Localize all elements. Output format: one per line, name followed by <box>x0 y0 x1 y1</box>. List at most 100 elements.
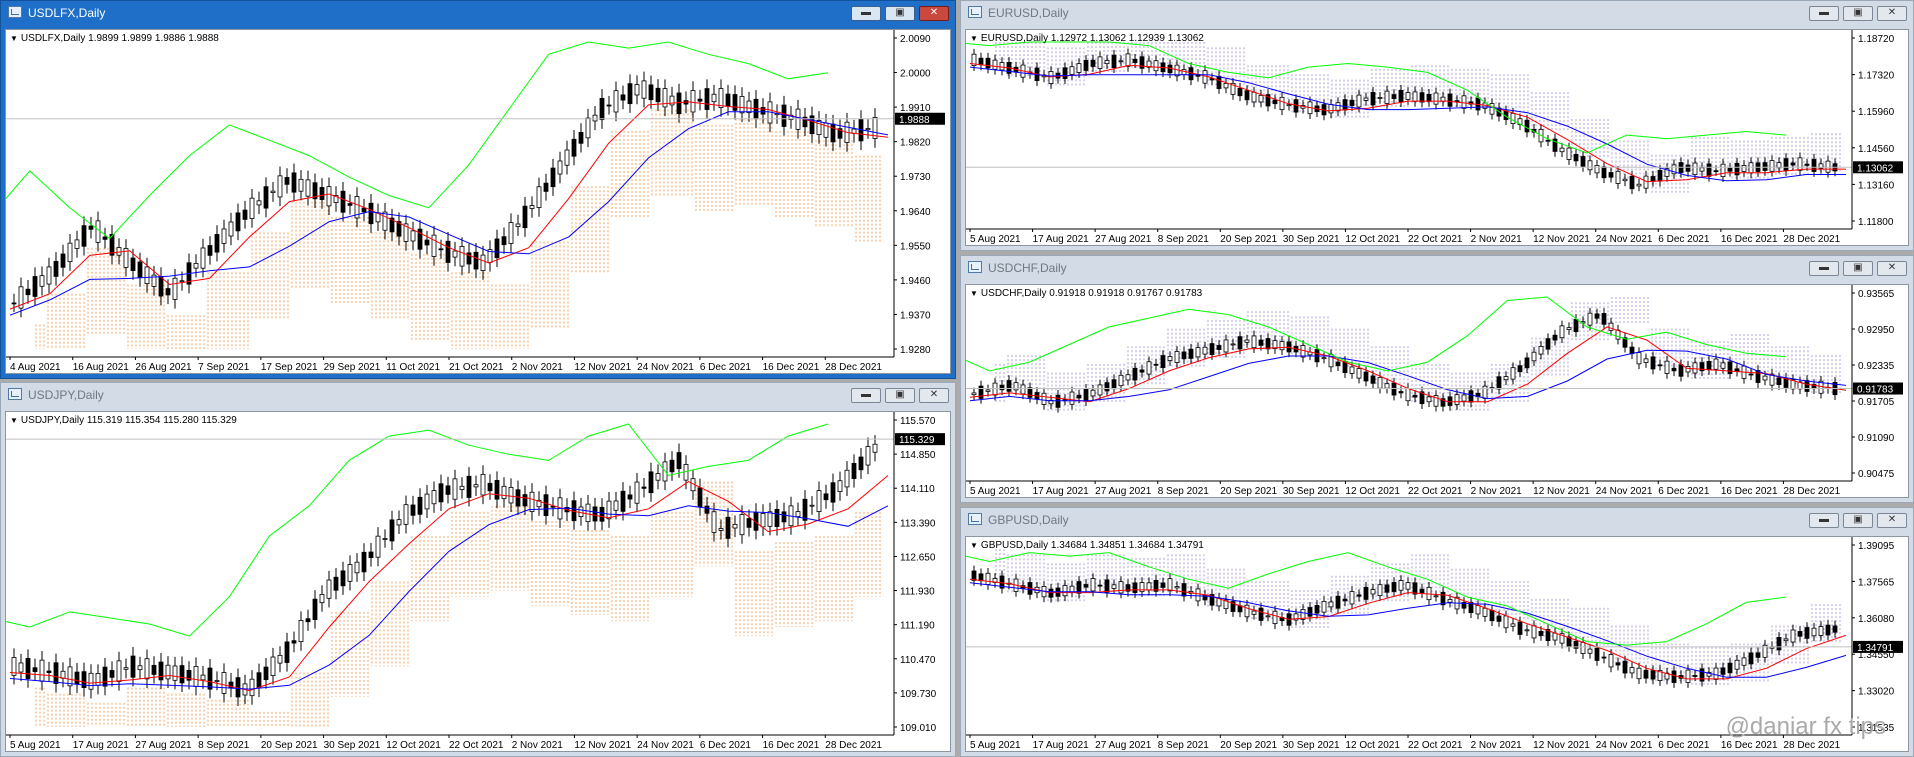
x-tick-label: 17 Aug 2021 <box>73 740 130 751</box>
candle-bullish <box>1244 339 1250 343</box>
candle-bullish <box>711 511 717 533</box>
title-bar[interactable]: USDCHF,Daily ▬ ▣ ✕ <box>961 256 1913 280</box>
candle-bearish <box>1748 373 1754 376</box>
maximize-button[interactable]: ▣ <box>1843 261 1873 276</box>
y-tick-label: 109.010 <box>900 723 937 734</box>
minimize-button[interactable]: ▬ <box>851 6 881 21</box>
title-bar[interactable]: USDLFX,Daily ▬ ▣ ✕ <box>1 1 955 25</box>
candle-bullish <box>1433 595 1439 598</box>
candle-bearish <box>599 506 605 522</box>
chart-plot[interactable]: 0.93565 0.92950 0.92335 0.91705 0.91090 0.904… <box>965 284 1909 498</box>
candle-bearish <box>214 234 220 253</box>
window-title: GBPUSD,Daily <box>988 513 1069 527</box>
window-title: EURUSD,Daily <box>988 6 1069 20</box>
candle-bullish <box>1097 384 1103 396</box>
x-tick-label: 21 Oct 2021 <box>449 362 504 373</box>
y-tick-label: 110.470 <box>900 655 936 666</box>
candle-bullish <box>1699 167 1705 172</box>
candle-bullish <box>613 500 619 511</box>
maximize-button[interactable]: ▣ <box>1843 513 1873 528</box>
x-tick-label: 20 Sep 2021 <box>1220 740 1277 751</box>
candle-bearish <box>578 132 584 144</box>
candle-bullish <box>382 538 388 540</box>
candle-bearish <box>1552 334 1558 341</box>
y-tick-label: 0.91705 <box>1858 397 1895 408</box>
candle-bearish <box>1097 584 1103 587</box>
y-tick-label: 0.91090 <box>1858 433 1895 444</box>
candle-bearish <box>137 261 143 279</box>
candle-bearish <box>1111 379 1117 389</box>
candle-bullish <box>144 266 150 284</box>
price-chart[interactable]: 0.93565 0.92950 0.92335 0.91705 0.91090 0.904… <box>966 285 1908 497</box>
candle-bearish <box>1216 75 1222 89</box>
candle-bearish <box>1412 394 1418 398</box>
x-tick-label: 12 Nov 2021 <box>1533 234 1590 245</box>
chart-window-gbpusd[interactable]: GBPUSD,Daily ▬ ▣ ✕ 1.39095 1.37565 1.36080… <box>960 507 1914 757</box>
close-button[interactable]: ✕ <box>1877 513 1907 528</box>
candle-bearish <box>1188 67 1194 81</box>
chart-window-usdlfx[interactable]: USDLFX,Daily ▬ ▣ ✕ 2.0090 2.0000 1.9910 1.9… <box>0 0 956 379</box>
candle-bearish <box>1412 582 1418 595</box>
close-button[interactable]: ✕ <box>919 6 949 21</box>
close-button[interactable]: ✕ <box>1877 261 1907 276</box>
candle-bearish <box>207 245 213 256</box>
candle-bearish <box>1762 162 1768 171</box>
candle-bullish <box>403 504 409 525</box>
chart-plot[interactable]: 1.39095 1.37565 1.36080 1.34550 1.33020 1.315… <box>965 536 1909 752</box>
candle-bullish <box>971 392 977 396</box>
candle-bullish <box>1230 343 1236 346</box>
x-tick-label: 5 Aug 2021 <box>10 740 61 751</box>
maximize-button[interactable]: ▣ <box>885 388 915 403</box>
candle-bearish <box>1160 582 1166 588</box>
maximize-button[interactable]: ▣ <box>1843 6 1873 21</box>
candle-bullish <box>1048 71 1054 84</box>
chart-window-usdchf[interactable]: USDCHF,Daily ▬ ▣ ✕ 0.93565 0.92950 0.92335… <box>960 255 1914 503</box>
x-tick-label: 22 Oct 2021 <box>449 740 504 751</box>
maximize-button[interactable]: ▣ <box>885 6 915 21</box>
candle-bullish <box>1587 160 1593 171</box>
candle-bullish <box>999 62 1005 71</box>
ichimoku-cloud <box>995 42 1841 195</box>
minimize-button[interactable]: ▬ <box>1809 6 1839 21</box>
candle-bullish <box>298 178 304 192</box>
candle-bearish <box>1678 364 1684 377</box>
candle-bearish <box>1132 367 1138 381</box>
candle-bullish <box>1503 615 1509 629</box>
x-tick-label: 12 Oct 2021 <box>1345 486 1400 497</box>
y-tick-label: 1.9280 <box>900 345 931 356</box>
chart-window-eurusd[interactable]: EURUSD,Daily ▬ ▣ ✕ 1.18720 1.17320 1.15960… <box>960 0 1914 251</box>
close-button[interactable]: ✕ <box>919 388 949 403</box>
ichimoku-cloud <box>995 549 1841 687</box>
candle-bullish <box>1118 581 1124 594</box>
candle-bullish <box>1300 345 1306 358</box>
y-tick-label: 114.850 <box>900 450 936 461</box>
price-chart[interactable]: 115.570 114.850 114.110 113.390 112.650 111.9… <box>6 412 950 751</box>
candle-bearish <box>985 57 991 69</box>
title-bar[interactable]: GBPUSD,Daily ▬ ▣ ✕ <box>961 508 1913 532</box>
price-chart[interactable]: 2.0090 2.0000 1.9910 1.9820 1.9730 1.9640 1.95… <box>6 30 950 373</box>
candle-bearish <box>774 508 780 527</box>
chart-window-usdjpy[interactable]: USDJPY,Daily ▬ ▣ ✕ 115.570 114.850 114.110… <box>0 382 956 757</box>
chart-plot[interactable]: 115.570 114.850 114.110 113.390 112.650 111.9… <box>5 411 951 752</box>
x-tick-label: 24 Nov 2021 <box>637 740 694 751</box>
candle-bearish <box>1776 377 1782 385</box>
candle-bearish <box>746 518 752 528</box>
candle-bearish <box>130 655 136 678</box>
chart-plot[interactable]: 1.18720 1.17320 1.15960 1.14560 1.13160 1.118… <box>965 29 1909 246</box>
minimize-button[interactable]: ▬ <box>1809 513 1839 528</box>
candle-bearish <box>1447 93 1453 107</box>
minimize-button[interactable]: ▬ <box>1809 261 1839 276</box>
price-chart[interactable]: 1.18720 1.17320 1.15960 1.14560 1.13160 1.118… <box>966 30 1908 245</box>
candle-bullish <box>1636 183 1642 187</box>
candle-bearish <box>1601 656 1607 659</box>
title-bar[interactable]: EURUSD,Daily ▬ ▣ ✕ <box>961 1 1913 25</box>
y-tick-label: 0.92335 <box>1858 361 1895 372</box>
minimize-button[interactable]: ▬ <box>851 388 881 403</box>
chart-plot[interactable]: 2.0090 2.0000 1.9910 1.9820 1.9730 1.9640 1.95… <box>5 29 951 374</box>
candle-bearish <box>445 240 451 263</box>
title-bar[interactable]: USDJPY,Daily ▬ ▣ ✕ <box>1 383 955 407</box>
close-button[interactable]: ✕ <box>1877 6 1907 21</box>
candle-bearish <box>347 203 353 206</box>
candle-bullish <box>214 680 220 682</box>
candle-bullish <box>634 84 640 96</box>
